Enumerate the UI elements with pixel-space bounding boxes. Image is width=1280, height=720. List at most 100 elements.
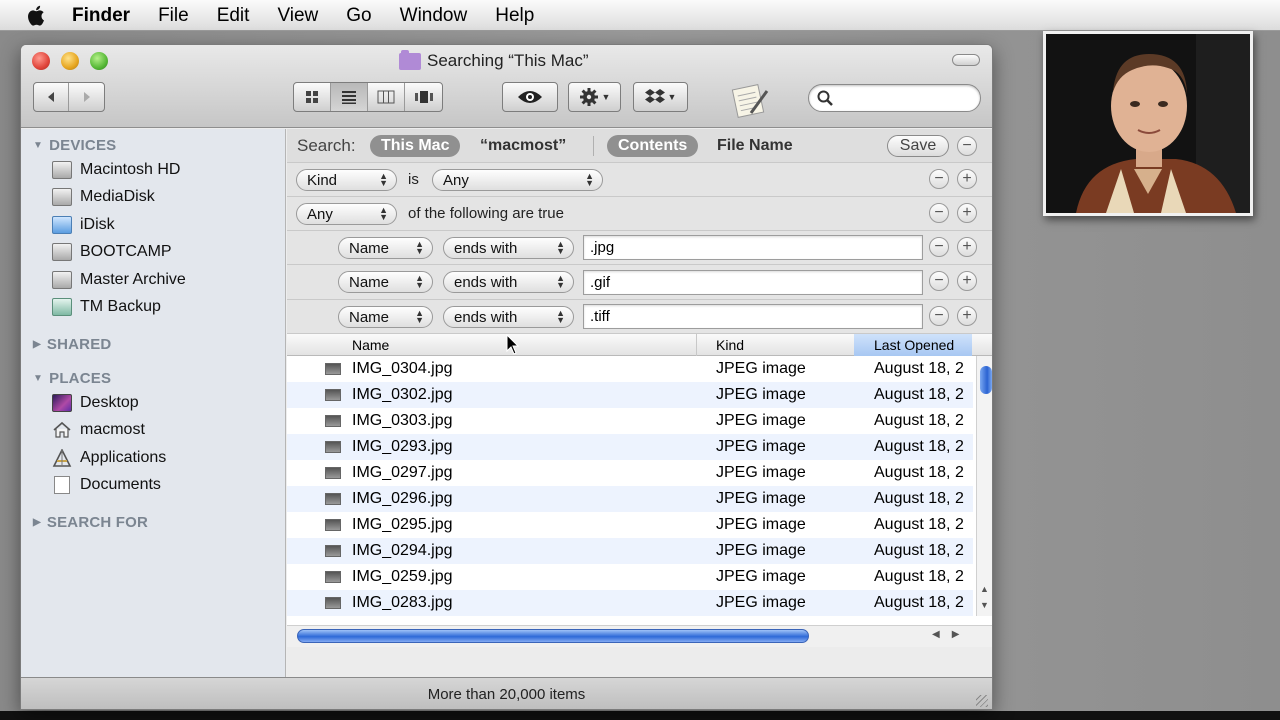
remove-criterion-button[interactable]: − (929, 306, 949, 326)
search-criteria-panel: Search: This Mac “macmost” Contents File… (287, 129, 992, 334)
kind-value-popup[interactable]: Any ▲ ▼ (432, 169, 603, 191)
column-header-last-opened[interactable]: Last Opened (854, 334, 972, 356)
table-row[interactable]: IMG_0297.jpg JPEG image August 18, 2 (287, 460, 973, 486)
table-row[interactable]: IMG_0283.jpg JPEG image August 18, 2 (287, 590, 973, 616)
file-last-opened: August 18, 2 (874, 438, 964, 455)
cover-flow-button[interactable] (405, 83, 442, 111)
file-last-opened: August 18, 2 (874, 490, 964, 507)
sidebar-item-desktop[interactable]: Desktop (52, 394, 139, 412)
popup-label: Name (349, 239, 390, 257)
jpeg-thumbnail-icon (325, 415, 341, 427)
zoom-button[interactable] (90, 52, 108, 70)
menu-finder[interactable]: Finder (72, 0, 144, 31)
match-any-popup[interactable]: Any ▲ ▼ (296, 203, 397, 225)
sidebar-section-devices[interactable]: ▼ DEVICES (33, 137, 116, 154)
scroll-left-right-arrows-icon[interactable]: ◀▶ (932, 629, 971, 640)
window-title-text: Searching “This Mac” (427, 51, 589, 70)
sidebar-item-mediadisk[interactable]: MediaDisk (52, 188, 155, 206)
column-view-button[interactable] (368, 83, 405, 111)
attr-contents[interactable]: Contents (607, 134, 699, 157)
remove-search-button[interactable]: − (957, 136, 977, 156)
table-row[interactable]: IMG_0295.jpg JPEG image August 18, 2 (287, 512, 973, 538)
remove-criterion-button[interactable]: − (929, 169, 949, 189)
menu-help[interactable]: Help (481, 0, 548, 31)
extension-field[interactable]: .jpg (583, 235, 923, 260)
add-criterion-button[interactable]: + (957, 169, 977, 189)
close-button[interactable] (32, 52, 50, 70)
name-attribute-popup[interactable]: Name ▲ ▼ (338, 271, 433, 293)
sidebar-item-master-archive[interactable]: Master Archive (52, 271, 186, 289)
column-header-name[interactable]: Name (287, 334, 697, 356)
save-search-button[interactable]: Save (887, 135, 949, 157)
table-row[interactable]: IMG_0303.jpg JPEG image August 18, 2 (287, 408, 973, 434)
minimize-button[interactable] (61, 52, 79, 70)
remove-criterion-button[interactable]: − (929, 237, 949, 257)
sidebar-item-applications[interactable]: Applications (52, 449, 166, 467)
icon-view-button[interactable] (294, 83, 331, 111)
remove-criterion-button[interactable]: − (929, 203, 949, 223)
attr-file-name[interactable]: File Name (706, 135, 804, 157)
toolbar-toggle-button[interactable] (952, 54, 980, 66)
back-button[interactable] (34, 83, 70, 111)
horizontal-scrollbar[interactable]: ◀▶ (287, 625, 992, 647)
scope-macmost[interactable]: “macmost” (469, 135, 577, 157)
finder-window: Searching “This Mac” ▼ ▼ ▼ DEVICES Macin… (20, 44, 993, 710)
menu-view[interactable]: View (263, 0, 332, 31)
notes-app-icon[interactable] (729, 79, 771, 121)
table-row[interactable]: IMG_0259.jpg JPEG image August 18, 2 (287, 564, 973, 590)
sidebar-item-documents[interactable]: Documents (52, 476, 161, 494)
ends-with-popup[interactable]: ends with ▲ ▼ (443, 237, 574, 259)
table-row[interactable]: IMG_0304.jpg JPEG image August 18, 2 (287, 356, 973, 382)
sidebar-section-places[interactable]: ▼ PLACES (33, 370, 111, 387)
sidebar-section-shared[interactable]: ▶ SHARED (33, 336, 111, 353)
search-field[interactable] (808, 84, 981, 112)
name-attribute-popup[interactable]: Name ▲ ▼ (338, 306, 433, 328)
column-header-kind[interactable]: Kind (697, 334, 854, 356)
quick-look-button[interactable] (502, 82, 558, 112)
sidebar-item-tm-backup[interactable]: TM Backup (52, 298, 161, 316)
table-row[interactable]: IMG_0302.jpg JPEG image August 18, 2 (287, 382, 973, 408)
list-view-button[interactable] (331, 83, 368, 111)
add-criterion-button[interactable]: + (957, 271, 977, 291)
remove-criterion-button[interactable]: − (929, 271, 949, 291)
menu-file[interactable]: File (144, 0, 203, 31)
table-row[interactable]: IMG_0296.jpg JPEG image August 18, 2 (287, 486, 973, 512)
forward-button[interactable] (69, 83, 104, 111)
scroll-up-arrow-icon[interactable]: ▲ (980, 584, 989, 594)
ends-with-popup[interactable]: ends with ▲ ▼ (443, 271, 574, 293)
ends-with-popup[interactable]: ends with ▲ ▼ (443, 306, 574, 328)
add-criterion-button[interactable]: + (957, 237, 977, 257)
action-menu-button[interactable]: ▼ (568, 82, 621, 112)
file-kind: JPEG image (716, 542, 806, 559)
add-criterion-button[interactable]: + (957, 306, 977, 326)
add-criterion-button[interactable]: + (957, 203, 977, 223)
sidebar-item-macmost[interactable]: macmost (52, 421, 145, 439)
dropbox-menu-button[interactable]: ▼ (633, 82, 688, 112)
file-name: IMG_0304.jpg (352, 360, 453, 377)
chevron-down-icon: ▼ (601, 92, 611, 102)
vertical-scroll-thumb[interactable] (980, 366, 992, 394)
table-row[interactable]: IMG_0293.jpg JPEG image August 18, 2 (287, 434, 973, 460)
apple-menu-icon[interactable] (0, 0, 72, 31)
extension-field[interactable]: .tiff (583, 304, 923, 329)
menu-edit[interactable]: Edit (203, 0, 264, 31)
hard-disk-icon (52, 243, 72, 261)
sidebar-item-idisk[interactable]: iDisk (52, 216, 115, 234)
resize-grip-icon[interactable] (976, 695, 988, 707)
menu-go[interactable]: Go (332, 0, 385, 31)
extension-field[interactable]: .gif (583, 270, 923, 295)
sidebar-item-macintosh-hd[interactable]: Macintosh HD (52, 161, 180, 179)
kind-attribute-popup[interactable]: Kind ▲ ▼ (296, 169, 397, 191)
sidebar-section-search-for[interactable]: ▶ SEARCH FOR (33, 514, 148, 531)
jpeg-thumbnail-icon (325, 571, 341, 583)
menu-window[interactable]: Window (386, 0, 482, 31)
hard-disk-icon (52, 271, 72, 289)
scope-this-mac[interactable]: This Mac (370, 134, 461, 157)
horizontal-scroll-thumb[interactable] (297, 629, 809, 643)
name-attribute-popup[interactable]: Name ▲ ▼ (338, 237, 433, 259)
vertical-scrollbar[interactable]: ▲ ▼ (976, 356, 992, 616)
scroll-down-arrow-icon[interactable]: ▼ (980, 600, 989, 610)
table-row[interactable]: IMG_0294.jpg JPEG image August 18, 2 (287, 538, 973, 564)
search-input[interactable] (839, 90, 969, 106)
sidebar-item-bootcamp[interactable]: BOOTCAMP (52, 243, 172, 261)
